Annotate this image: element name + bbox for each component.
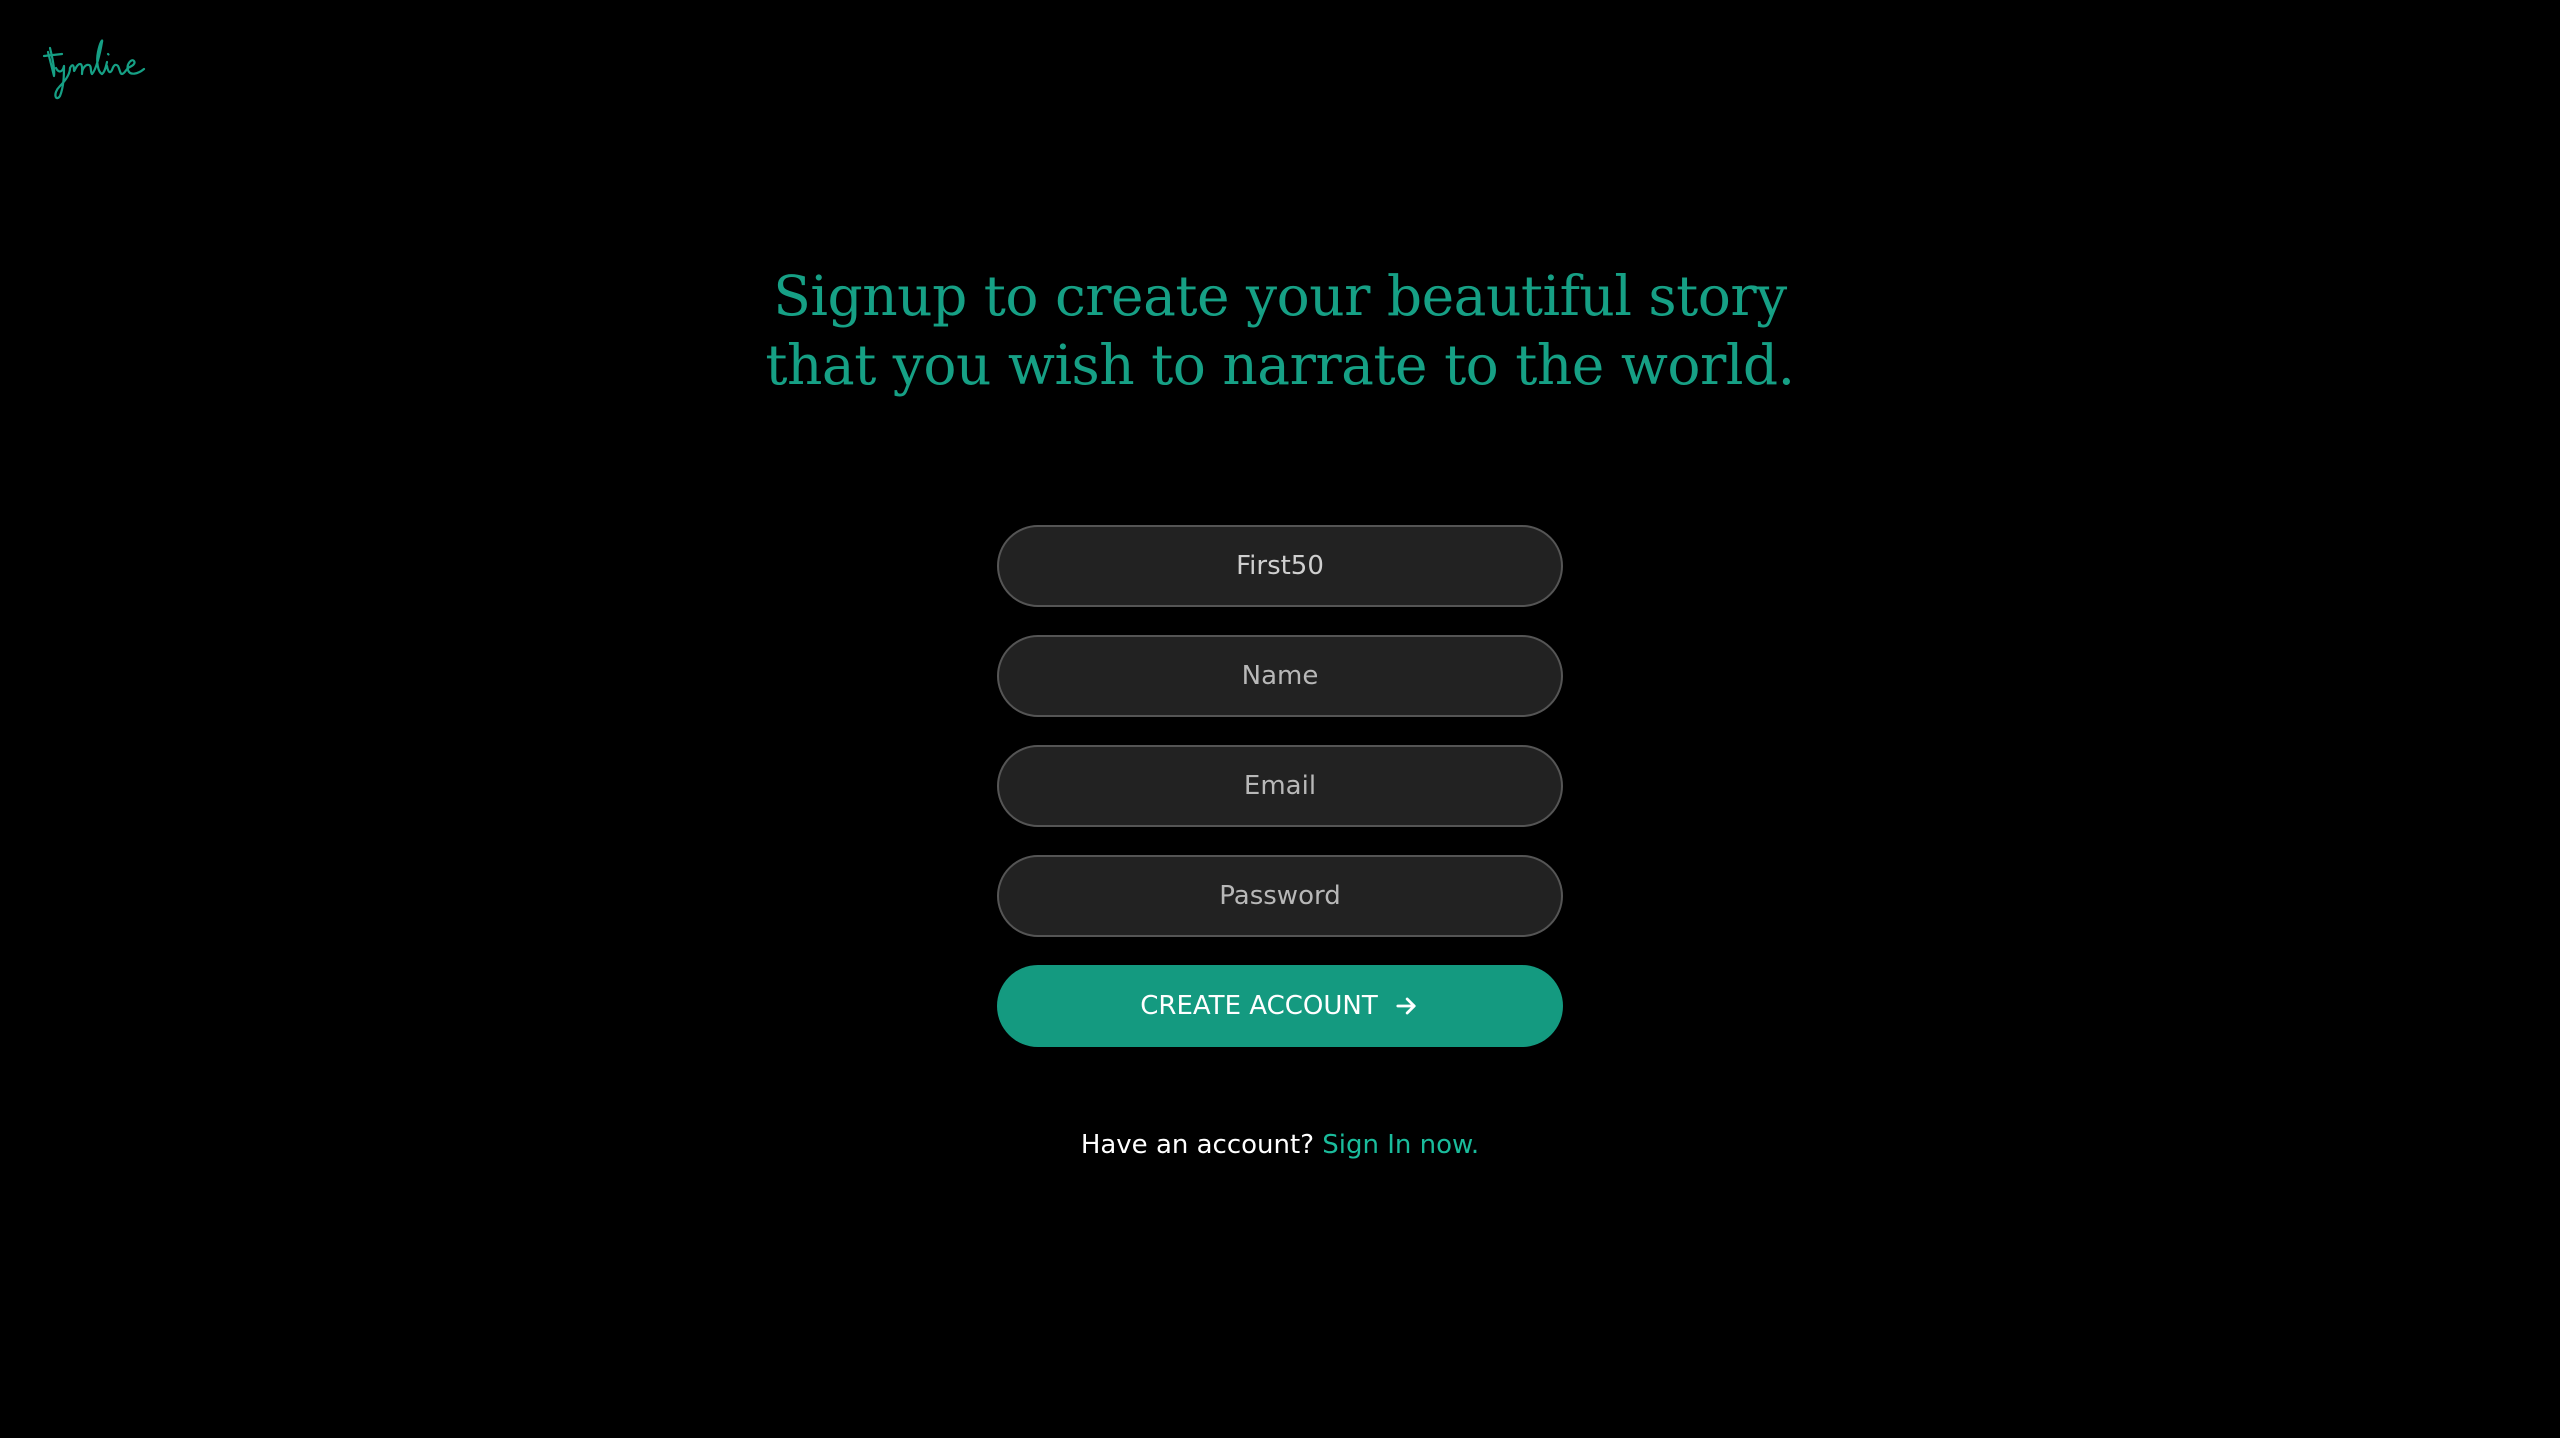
password-input[interactable] xyxy=(997,855,1563,937)
name-input[interactable] xyxy=(997,635,1563,717)
signin-prompt-text: Have an account? xyxy=(1080,1130,1314,1160)
signup-form: CREATE ACCOUNT xyxy=(997,525,1563,1047)
signin-link[interactable]: Sign In now. xyxy=(1322,1130,1479,1160)
coupon-code-input[interactable] xyxy=(997,525,1563,607)
logo-script-mark xyxy=(42,39,146,100)
brand-logo[interactable]: tymline xyxy=(40,34,180,104)
signup-page: tymline Signup to create your beautiful … xyxy=(0,0,2560,1438)
page-headline: Signup to create your beautiful story th… xyxy=(0,262,2560,400)
email-input[interactable] xyxy=(997,745,1563,827)
signin-prompt: Have an account? Sign In now. xyxy=(0,1130,2560,1160)
arrow-right-icon xyxy=(1392,992,1420,1020)
headline-line-1: Signup to create your beautiful story xyxy=(773,264,1787,328)
create-account-label: CREATE ACCOUNT xyxy=(1140,991,1378,1021)
headline-line-2: that you wish to narrate to the world. xyxy=(765,333,1795,397)
create-account-button[interactable]: CREATE ACCOUNT xyxy=(997,965,1563,1047)
logo-text: tymline xyxy=(40,104,41,105)
